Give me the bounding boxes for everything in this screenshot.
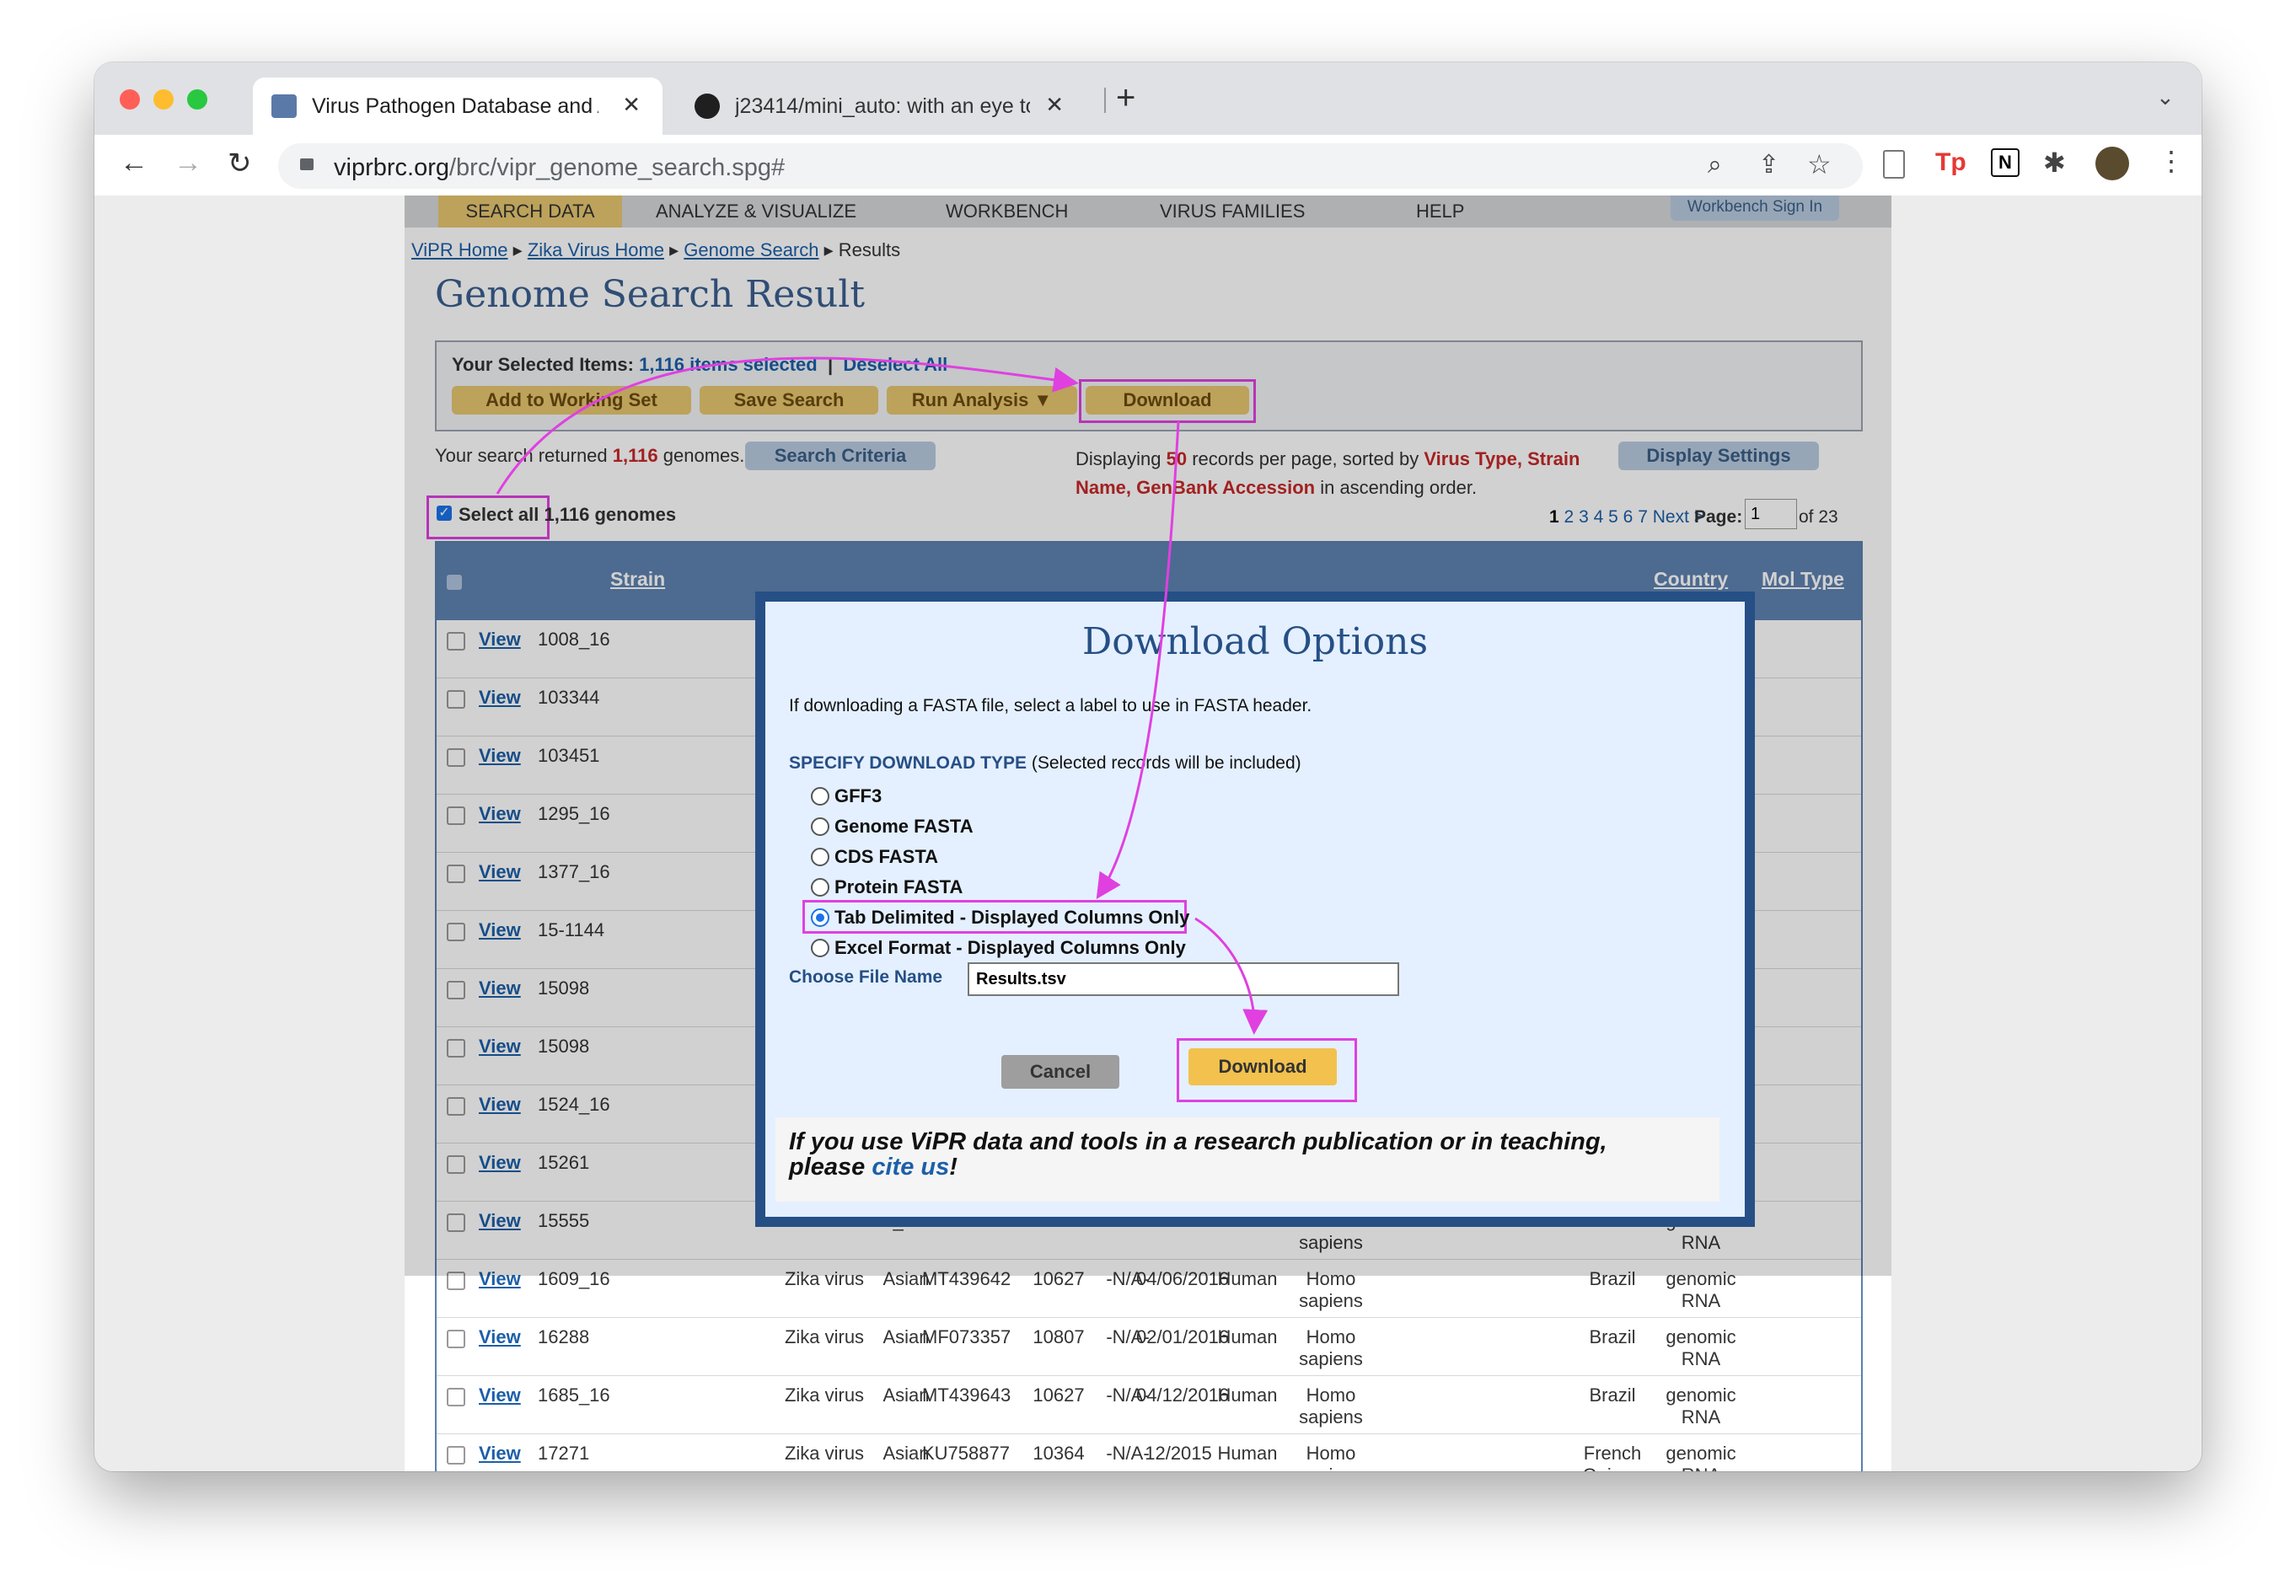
url-path: /brc/vipr_genome_search.spg# <box>449 154 786 181</box>
tp-extension-icon[interactable]: Tp <box>1935 148 1966 177</box>
close-tab-icon[interactable]: ✕ <box>1045 92 1064 118</box>
reading-list-icon[interactable] <box>1883 150 1905 179</box>
zoom-icon[interactable]: ⌕ <box>1708 151 1722 179</box>
browser-menu-icon[interactable]: ⋮ <box>2158 145 2185 177</box>
tab-divider <box>1104 88 1106 113</box>
arrow-tab-delimited-to-download-confirm <box>1194 917 1269 1035</box>
web-content: SEARCH DATA ANALYZE & VISUALIZE WORKBENC… <box>94 195 2202 1471</box>
url-host: viprbrc.org <box>334 154 449 181</box>
close-tab-icon[interactable]: ✕ <box>622 92 641 118</box>
minimize-window-button[interactable] <box>153 89 174 110</box>
github-icon <box>695 94 720 119</box>
arrow-select-all-to-download <box>496 356 1079 495</box>
back-arrow-icon[interactable]: ← <box>120 147 148 179</box>
tab-title: Virus Pathogen Database and Analysis Res… <box>312 94 598 118</box>
address-bar[interactable]: viprbrc.org/brc/vipr_genome_search.spg# … <box>278 143 1863 189</box>
url-text: viprbrc.org/brc/vipr_genome_search.spg# <box>334 154 785 182</box>
browser-window: Virus Pathogen Database and Analysis Res… <box>94 62 2202 1471</box>
forward-arrow-icon[interactable]: → <box>174 147 202 179</box>
new-tab-button[interactable]: + <box>1116 79 1135 117</box>
reload-icon[interactable]: ↻ <box>228 147 252 180</box>
lock-icon <box>300 158 314 170</box>
share-icon[interactable]: ⇪ <box>1758 150 1779 179</box>
browser-toolbar: ← → ↻ viprbrc.org/brc/vipr_genome_search… <box>94 135 2202 196</box>
close-window-button[interactable] <box>120 89 140 110</box>
extensions-puzzle-icon[interactable]: ✱ <box>2043 147 2066 179</box>
vipr-favicon-icon <box>271 94 297 118</box>
tab-github[interactable]: j23414/mini_auto: with an eye to ... ✕ <box>676 78 1086 135</box>
annotation-arrows <box>496 356 1269 1035</box>
notion-extension-icon[interactable]: N <box>1991 148 2020 177</box>
tab-title: j23414/mini_auto: with an eye to ... <box>735 94 1030 118</box>
profile-avatar[interactable] <box>2095 147 2129 180</box>
vipr-page: SEARCH DATA ANALYZE & VISUALIZE WORKBENC… <box>405 195 1891 1471</box>
tab-search-chevron-icon[interactable]: ⌄ <box>2156 84 2175 110</box>
arrow-download-to-tab-delimited <box>1096 420 1180 900</box>
maximize-window-button[interactable] <box>187 89 207 110</box>
tab-bar: Virus Pathogen Database and Analysis Res… <box>94 62 2202 135</box>
tab-vipr[interactable]: Virus Pathogen Database and Analysis Res… <box>253 78 663 135</box>
bookmark-star-icon[interactable]: ☆ <box>1807 148 1832 180</box>
